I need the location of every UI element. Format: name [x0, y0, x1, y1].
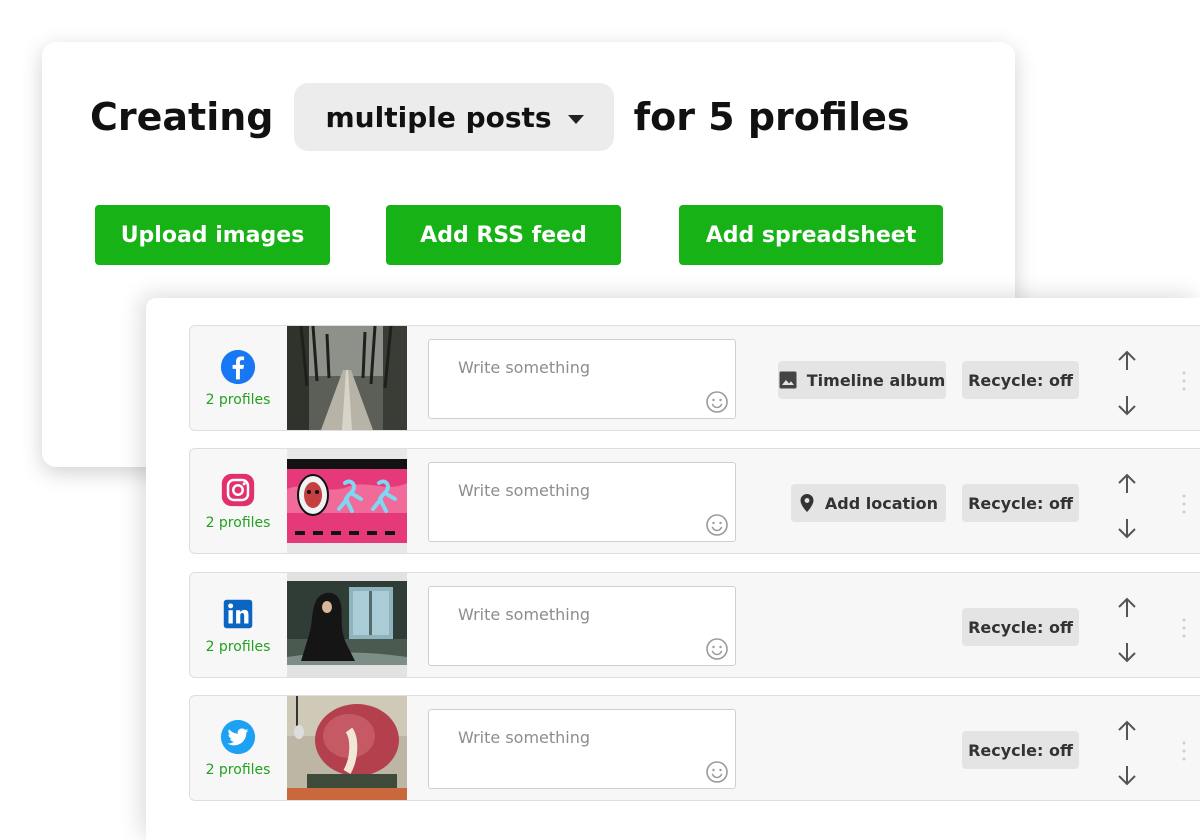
chevron-down-icon: [567, 114, 584, 124]
twitter-icon: [220, 719, 256, 755]
post-text-input[interactable]: Write something: [428, 709, 736, 789]
heading-suffix: for 5 profiles: [633, 95, 910, 139]
image-icon: [779, 371, 797, 389]
recycle-toggle[interactable]: Recycle: off: [962, 608, 1079, 646]
arrow-down-icon[interactable]: [1112, 390, 1142, 420]
drag-handle-icon[interactable]: [1182, 370, 1186, 392]
reorder-controls: [1112, 469, 1142, 539]
profile-selector-instagram[interactable]: 2 profiles: [190, 449, 286, 553]
post-text-input[interactable]: Write something: [428, 586, 736, 666]
timeline-album-button[interactable]: Timeline album: [778, 361, 946, 399]
post-mode-value: multiple posts: [325, 100, 552, 134]
emoji-picker-icon[interactable]: [705, 637, 729, 661]
drag-handle-icon[interactable]: [1182, 617, 1186, 639]
drag-handle-icon[interactable]: [1182, 493, 1186, 515]
heading-prefix: Creating: [90, 95, 274, 139]
reorder-controls: [1112, 716, 1142, 786]
recycle-toggle[interactable]: Recycle: off: [962, 731, 1079, 769]
add-spreadsheet-button[interactable]: Add spreadsheet: [679, 205, 943, 265]
post-row-linkedin: 2 profiles Write something Recycle: off: [189, 572, 1200, 678]
arrow-up-icon[interactable]: [1112, 469, 1142, 499]
drag-handle-icon[interactable]: [1182, 740, 1186, 762]
timeline-album-label: Timeline album: [806, 370, 946, 390]
post-row-facebook: 2 profiles Write something Timeline albu…: [189, 325, 1200, 431]
post-text-placeholder: Write something: [458, 728, 591, 747]
arrow-down-icon[interactable]: [1112, 760, 1142, 790]
post-image-thumbnail[interactable]: [287, 573, 407, 677]
post-image-thumbnail[interactable]: [287, 449, 407, 553]
profiles-count: 2 profiles: [205, 515, 271, 531]
add-location-button[interactable]: Add location: [791, 484, 946, 522]
profile-selector-twitter[interactable]: 2 profiles: [190, 696, 286, 800]
post-image-thumbnail[interactable]: [287, 326, 407, 430]
profiles-count: 2 profiles: [205, 392, 271, 408]
emoji-picker-icon[interactable]: [705, 513, 729, 537]
instagram-icon: [221, 473, 255, 507]
upload-images-button[interactable]: Upload images: [95, 205, 330, 265]
post-text-input[interactable]: Write something: [428, 462, 736, 542]
profiles-count: 2 profiles: [205, 639, 271, 655]
facebook-icon: [220, 349, 256, 385]
post-row-twitter: 2 profiles Write something Recycle: off: [189, 695, 1200, 801]
arrow-up-icon[interactable]: [1112, 346, 1142, 376]
profile-selector-facebook[interactable]: 2 profiles: [190, 326, 286, 430]
location-pin-icon: [800, 494, 814, 512]
post-text-placeholder: Write something: [458, 358, 591, 377]
post-text-placeholder: Write something: [458, 605, 591, 624]
posts-panel: 2 profiles Write something Timeline albu…: [146, 298, 1200, 840]
arrow-down-icon[interactable]: [1112, 637, 1142, 667]
profiles-count: 2 profiles: [205, 762, 271, 778]
post-row-instagram: 2 profiles Write something Add location …: [189, 448, 1200, 554]
post-image-thumbnail[interactable]: [287, 696, 407, 800]
arrow-up-icon[interactable]: [1112, 716, 1142, 746]
add-location-label: Add location: [824, 493, 939, 513]
emoji-picker-icon[interactable]: [705, 760, 729, 784]
linkedin-icon: [223, 599, 253, 629]
post-mode-dropdown[interactable]: multiple posts: [293, 83, 614, 151]
creator-heading: Creating multiple posts for 5 profiles: [90, 82, 910, 152]
recycle-toggle[interactable]: Recycle: off: [962, 361, 1079, 399]
post-text-input[interactable]: Write something: [428, 339, 736, 419]
arrow-up-icon[interactable]: [1112, 593, 1142, 623]
reorder-controls: [1112, 346, 1142, 416]
post-text-placeholder: Write something: [458, 481, 591, 500]
add-rss-feed-button[interactable]: Add RSS feed: [386, 205, 621, 265]
reorder-controls: [1112, 593, 1142, 663]
emoji-picker-icon[interactable]: [705, 390, 729, 414]
profile-selector-linkedin[interactable]: 2 profiles: [190, 573, 286, 677]
arrow-down-icon[interactable]: [1112, 513, 1142, 543]
recycle-toggle[interactable]: Recycle: off: [962, 484, 1079, 522]
